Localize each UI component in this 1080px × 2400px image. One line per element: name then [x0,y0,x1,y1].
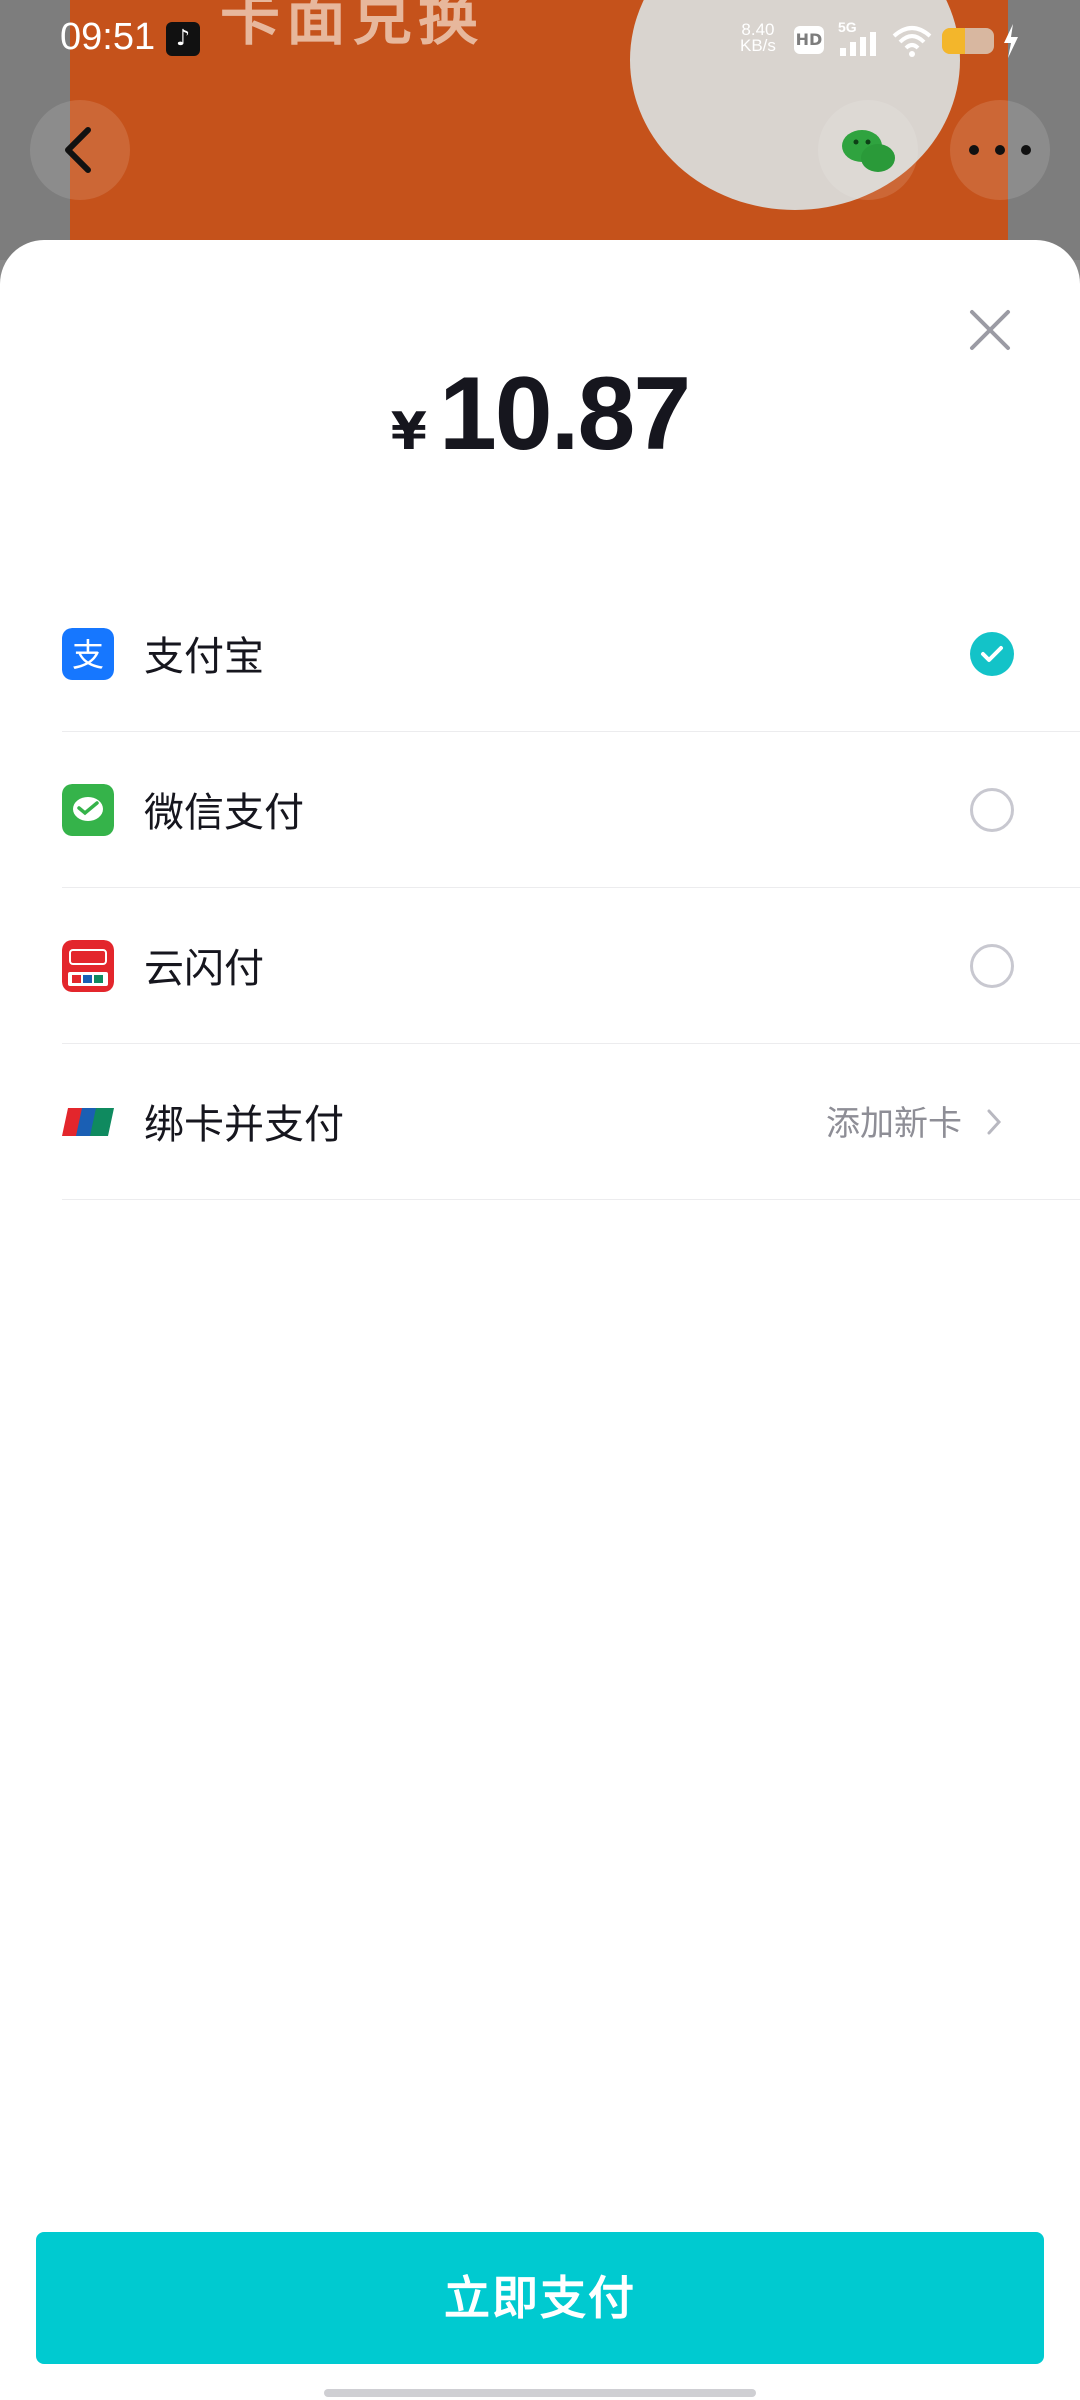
home-indicator[interactable] [324,2389,756,2397]
close-icon[interactable] [960,300,1020,360]
charging-icon [1004,24,1018,58]
payment-method-label: 微信支付 [144,790,304,836]
payment-method-alipay[interactable]: 支 支付宝 [0,576,1080,732]
alipay-icon: 支 [62,628,114,680]
radio-checked[interactable] [970,632,1014,676]
network-speed: 8.40 KB/s [740,20,776,55]
wechat-pay-icon [62,784,114,836]
payment-method-quickpass[interactable]: 云闪付 [0,888,1080,1044]
payment-method-label: 支付宝 [144,634,264,680]
battery-level [942,28,966,54]
add-new-card-link[interactable]: 添加新卡 [826,1096,962,1145]
cloud-quickpass-icon [62,940,114,992]
checkmark-icon [981,646,1003,662]
more-options-button[interactable] [950,100,1050,200]
battery-icon [942,28,994,54]
payment-amount: ¥10.87 [0,355,1080,474]
unionpay-icon [62,1108,114,1136]
payment-method-bind-card[interactable]: 绑卡并支付 添加新卡 [0,1044,1080,1200]
network-type-label: 5G [838,19,857,35]
wifi-icon [892,26,932,57]
payment-method-wechat[interactable]: 微信支付 [0,732,1080,888]
radio-unchecked[interactable] [970,788,1014,832]
wechat-share-button[interactable] [818,100,918,200]
status-bar: 09:51 ♪ 8.40 KB/s HD 5G [0,0,1080,82]
tiktok-notification-icon: ♪ [166,22,200,56]
payment-method-list: 支 支付宝 微信支付 云闪付 绑卡并支付 添加新卡 [0,576,1080,1200]
amount-value: 10.87 [438,356,691,472]
chevron-right-icon [987,1109,1002,1135]
more-icon [969,145,1031,155]
pay-now-button[interactable]: 立即支付 [36,2232,1044,2364]
cellular-signal-icon: 5G [838,19,876,56]
hd-icon: HD [794,26,824,54]
status-time: 09:51 [60,16,156,58]
payment-sheet: ¥10.87 支 支付宝 微信支付 云闪付 绑卡并支付 添加新卡 [0,240,1080,2400]
payment-method-label: 绑卡并支付 [144,1102,344,1148]
payment-method-label: 云闪付 [144,946,264,992]
svg-text:支: 支 [72,636,104,674]
wechat-icon [842,130,895,172]
radio-unchecked[interactable] [970,944,1014,988]
back-arrow-icon [65,127,91,173]
back-button[interactable] [30,100,130,200]
currency-symbol: ¥ [390,402,427,462]
